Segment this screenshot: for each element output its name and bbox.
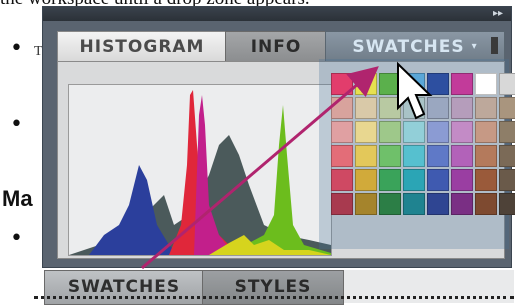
swatch[interactable]	[499, 193, 515, 215]
swatch[interactable]	[355, 193, 377, 215]
double-chevron-right-icon[interactable]: ▸▸	[493, 7, 503, 21]
swatch[interactable]	[475, 169, 497, 191]
chevron-down-icon[interactable]: ▾	[472, 41, 478, 52]
swatch[interactable]	[499, 73, 515, 95]
swatch-grid	[331, 73, 515, 215]
swatch[interactable]	[451, 73, 473, 95]
swatch[interactable]	[379, 121, 401, 143]
swatch[interactable]	[427, 169, 449, 191]
swatch[interactable]	[427, 193, 449, 215]
panel-menu-icon[interactable]	[491, 37, 498, 54]
swatch[interactable]	[499, 121, 515, 143]
list-bullet: •	[10, 112, 23, 137]
swatch[interactable]	[355, 169, 377, 191]
list-bullet: •	[10, 36, 23, 61]
swatch[interactable]	[475, 121, 497, 143]
swatch[interactable]	[403, 145, 425, 167]
swatch[interactable]	[451, 97, 473, 119]
swatch[interactable]	[451, 121, 473, 143]
swatch[interactable]	[427, 121, 449, 143]
swatch[interactable]	[379, 97, 401, 119]
swatch[interactable]	[499, 97, 515, 119]
swatch[interactable]	[331, 145, 353, 167]
swatch[interactable]	[379, 73, 401, 95]
histogram-graph	[68, 84, 332, 256]
swatch[interactable]	[403, 169, 425, 191]
swatch[interactable]	[379, 145, 401, 167]
swatch[interactable]	[331, 121, 353, 143]
swatch[interactable]	[499, 169, 515, 191]
swatch[interactable]	[331, 73, 353, 95]
swatch[interactable]	[355, 97, 377, 119]
swatch[interactable]	[451, 169, 473, 191]
swatch[interactable]	[403, 73, 425, 95]
swatch[interactable]	[475, 73, 497, 95]
section-heading-fragment: Ma	[2, 186, 33, 211]
histogram-panel[interactable]: ▸▸ HISTOGRAM INFO SWATCHES ▾	[42, 6, 515, 268]
tab-swatches-label: SWATCHES	[352, 37, 465, 57]
swatch[interactable]	[427, 97, 449, 119]
swatch[interactable]	[451, 193, 473, 215]
panel-title-bar[interactable]: ▸▸	[43, 7, 511, 21]
swatch[interactable]	[403, 193, 425, 215]
swatch[interactable]	[403, 121, 425, 143]
swatch[interactable]	[499, 145, 515, 167]
tab-styles[interactable]: STYLES	[202, 270, 344, 305]
list-bullet: •	[10, 226, 23, 251]
swatch[interactable]	[379, 169, 401, 191]
swatch[interactable]	[475, 193, 497, 215]
histogram-chart-svg	[69, 90, 331, 255]
swatch[interactable]	[451, 145, 473, 167]
swatch[interactable]	[331, 193, 353, 215]
swatch[interactable]	[475, 145, 497, 167]
swatch[interactable]	[427, 73, 449, 95]
swatch[interactable]	[331, 97, 353, 119]
swatch[interactable]	[379, 193, 401, 215]
drop-zone-dashed-line	[34, 296, 514, 299]
swatch[interactable]	[475, 97, 497, 119]
swatch[interactable]	[403, 97, 425, 119]
swatch[interactable]	[355, 145, 377, 167]
swatch[interactable]	[427, 145, 449, 167]
swatch[interactable]	[355, 73, 377, 95]
tab-histogram[interactable]: HISTOGRAM	[57, 31, 227, 62]
tab-info[interactable]: INFO	[225, 31, 327, 63]
swatch[interactable]	[355, 121, 377, 143]
swatch[interactable]	[331, 169, 353, 191]
tab-swatches[interactable]: SWATCHES	[44, 270, 204, 305]
